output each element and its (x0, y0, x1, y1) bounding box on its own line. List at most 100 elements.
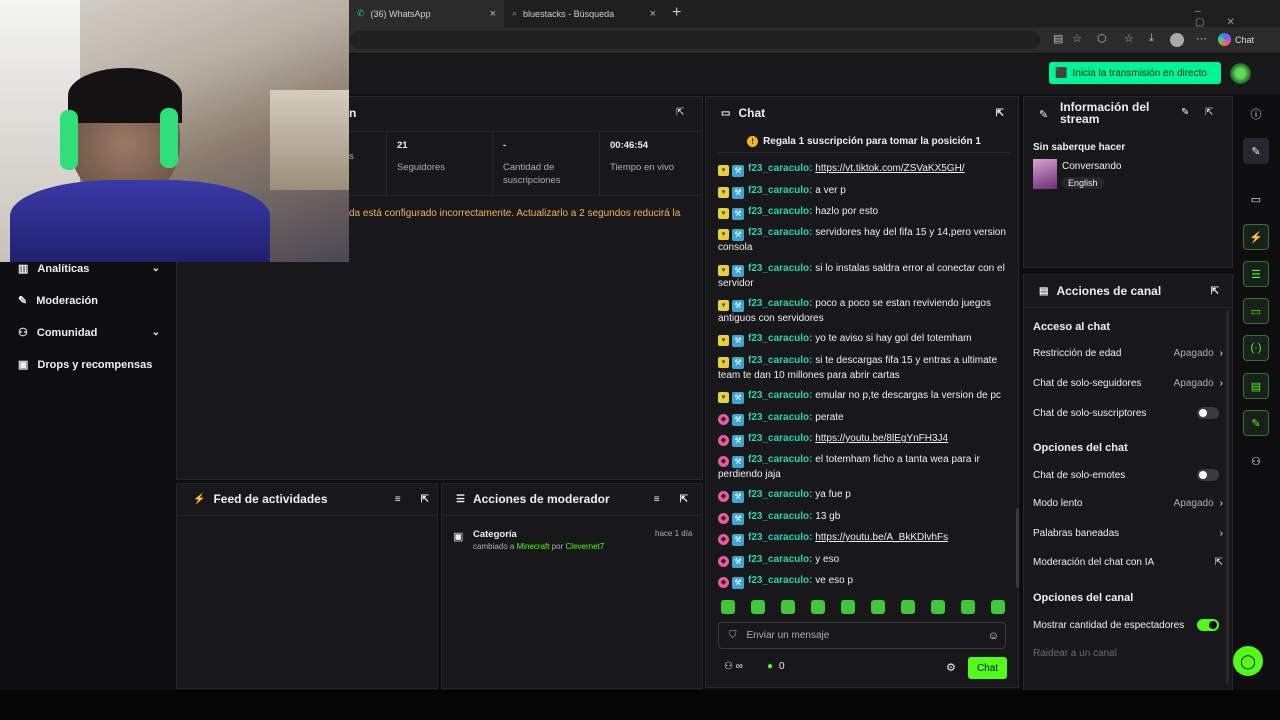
channel-actions-scrollbar[interactable] (1226, 310, 1229, 685)
chat-username[interactable]: f23_caraculo: (748, 454, 812, 465)
emote-icon[interactable] (961, 600, 975, 614)
emote-icon[interactable] (991, 600, 1005, 614)
emote-icon[interactable] (751, 600, 765, 614)
chat-username[interactable]: f23_caraculo: (748, 575, 812, 586)
reader-icon[interactable]: ▤ (1053, 32, 1063, 45)
code-icon[interactable]: (·) (1243, 335, 1269, 361)
nav-item-moderation[interactable]: ✎ Moderación (18, 294, 160, 308)
chat-username[interactable]: f23_caraculo: (748, 412, 812, 423)
chat-username[interactable]: f23_caraculo: (748, 163, 812, 174)
chat-username[interactable]: f23_caraculo: (748, 355, 812, 366)
emote-icon[interactable] (781, 600, 795, 614)
edit-icon[interactable]: ✎ (1181, 107, 1189, 118)
info-icon[interactable]: ⓘ (1243, 101, 1269, 127)
chat-username[interactable]: f23_caraculo: (748, 298, 812, 309)
chat-link[interactable]: https://youtu.be/A_BkKDlvhFs (815, 532, 948, 543)
emote-icon[interactable] (721, 600, 735, 614)
chat-username[interactable]: f23_caraculo: (748, 333, 812, 344)
emote-icon[interactable] (811, 600, 825, 614)
channel-points[interactable]: ● 0 (767, 661, 785, 672)
chat-username[interactable]: f23_caraculo: (748, 390, 812, 401)
window-controls[interactable]: –▢✕ (1195, 6, 1280, 28)
chat-username[interactable]: f23_caraculo: (748, 206, 812, 217)
extensions-icon[interactable]: ⬡ (1097, 32, 1107, 45)
setting-row[interactable]: Restricción de edad Apagado › (1033, 348, 1223, 359)
toggle-switch[interactable] (1197, 407, 1219, 419)
copilot-button[interactable]: Chat (1218, 33, 1254, 46)
list-icon[interactable]: ☰ (1243, 261, 1269, 287)
chat-scrollbar[interactable] (1016, 508, 1019, 588)
wrench-icon[interactable]: ✎ (1243, 410, 1269, 436)
tab-bluestacks[interactable]: ⌕ bluestacks - Búsqueda × (504, 0, 664, 27)
setting-row[interactable]: Chat de solo-emotes (1033, 469, 1223, 481)
emote-icon[interactable] (901, 600, 915, 614)
stream-title: Sin saberque hacer (1033, 142, 1126, 153)
popout-icon[interactable]: ⇱ (996, 108, 1004, 119)
chat-icon[interactable]: ▭ (1243, 298, 1269, 324)
chat-text: perate (815, 412, 844, 423)
setting-row[interactable]: Mostrar cantidad de espectadores (1033, 619, 1223, 631)
profile-avatar[interactable] (1170, 33, 1184, 47)
chat-link[interactable]: https://vt.tiktok.com/ZSVaKX5GH/ (815, 163, 964, 174)
chat-username[interactable]: f23_caraculo: (748, 263, 812, 274)
external-link-icon[interactable]: ⇱ (1215, 557, 1223, 568)
setting-row[interactable]: Moderación del chat con IA ⇱ (1033, 557, 1223, 568)
setting-row[interactable]: Modo lento Apagado › (1033, 498, 1223, 509)
chat-send-button[interactable]: Chat (968, 657, 1007, 679)
chat-message: ▾ ⚒ f23_caraculo: si lo instalas saldra er… (718, 262, 1008, 292)
popout-icon[interactable]: ⇱ (421, 494, 429, 505)
chat-username[interactable]: f23_caraculo: (748, 489, 812, 500)
stream-category[interactable]: Conversando (1062, 161, 1121, 172)
layout-icon[interactable]: ▤ (1243, 373, 1269, 399)
favorite-icon[interactable]: ☆ (1072, 32, 1082, 45)
url-field[interactable] (350, 31, 1040, 49)
toggle-switch[interactable] (1197, 619, 1219, 631)
chat-link[interactable]: https://youtu.be/8lEgYnFH3J4 (815, 433, 948, 444)
emote-icon[interactable] (871, 600, 885, 614)
community-icon[interactable]: ⚇ (1243, 448, 1269, 474)
chat-message: ◆ ⚒ f23_caraculo: 13 gb (718, 510, 1008, 525)
chat-username[interactable]: f23_caraculo: (748, 511, 812, 522)
nav-item-community[interactable]: ⚇ Comunidad ⌄ (18, 326, 160, 340)
pinned-gift-banner[interactable]: ! Regala 1 suscripción para tomar la pos… (718, 131, 1010, 153)
emote-icon[interactable] (841, 600, 855, 614)
more-icon[interactable]: ⋯ (1196, 32, 1207, 45)
chat-username[interactable]: f23_caraculo: (748, 433, 812, 444)
bolt-icon[interactable]: ⚡ (1243, 224, 1269, 250)
pencil-icon[interactable]: ✎ (1243, 138, 1269, 164)
popout-icon[interactable]: ⇱ (1205, 107, 1213, 118)
chat-username[interactable]: f23_caraculo: (748, 185, 812, 196)
nav-item-analytics[interactable]: ▥ Analíticas ⌄ (18, 262, 160, 276)
nav-item-drops[interactable]: ▣ Drops y recompensas (18, 358, 160, 372)
collections-icon[interactable]: ☆ (1124, 32, 1134, 45)
setting-row[interactable]: Chat de solo-seguidores Apagado › (1033, 378, 1223, 389)
setting-row[interactable]: Chat de solo-suscriptores (1033, 407, 1223, 419)
go-live-button[interactable]: ⬛ Inicia la transmisión en directo (1049, 62, 1221, 84)
setting-row[interactable]: Raidear a un canal (1033, 648, 1223, 659)
chat-username[interactable]: f23_caraculo: (748, 554, 812, 565)
popout-icon[interactable]: ⇱ (1211, 286, 1219, 297)
toggle-switch[interactable] (1197, 469, 1219, 481)
tab-whatsapp[interactable]: ✆ (36) WhatsApp × (349, 0, 504, 27)
chat-username[interactable]: f23_caraculo: (748, 227, 812, 238)
emote-icon[interactable] (931, 600, 945, 614)
new-tab-button[interactable]: + (672, 4, 681, 22)
filter-icon[interactable]: ≡ (395, 494, 401, 505)
popout-icon[interactable]: ⇱ (676, 107, 684, 118)
chat-message-input[interactable]: ⛉ Enviar un mensaje ☺ (718, 622, 1006, 649)
filter-icon[interactable]: ≡ (654, 494, 660, 505)
chevron-down-icon: ⌄ (151, 263, 160, 274)
avatar[interactable] (1230, 63, 1251, 84)
close-icon[interactable]: × (650, 8, 656, 20)
viewers-infinite-icon[interactable]: ⚇ ∞ (724, 661, 743, 672)
setting-row[interactable]: Palabras baneadas › (1033, 528, 1223, 539)
popout-icon[interactable]: ⇱ (680, 494, 688, 505)
chat-username[interactable]: f23_caraculo: (748, 532, 812, 543)
help-chat-button[interactable]: ◯ (1233, 646, 1263, 676)
close-icon[interactable]: × (490, 8, 496, 20)
emoji-icon[interactable]: ☺ (988, 630, 999, 642)
download-icon[interactable]: ⤓ (1149, 32, 1154, 45)
stream-manager-icon[interactable]: ▭ (1243, 186, 1269, 212)
moderator-badge-icon: ⚒ (732, 534, 744, 546)
gear-icon[interactable]: ⚙ (946, 661, 956, 674)
